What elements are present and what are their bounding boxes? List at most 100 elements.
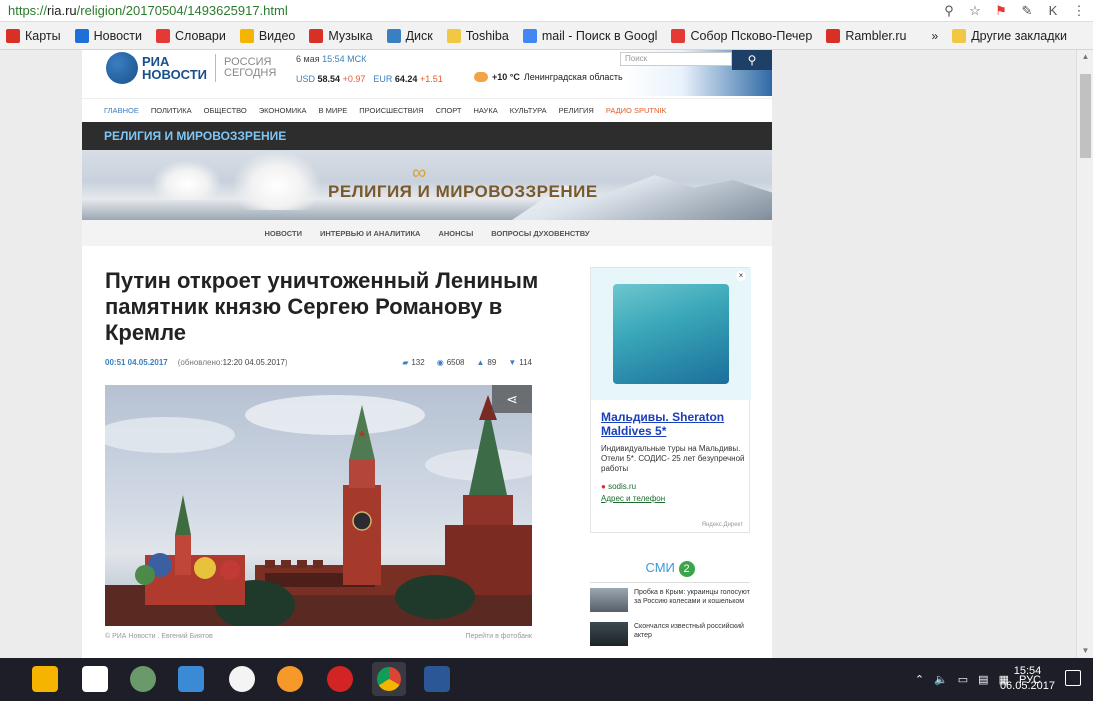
scroll-up-icon[interactable]: ▲ [1077, 50, 1093, 64]
app-icon[interactable] [130, 666, 156, 692]
comments-count[interactable]: ▰ 132 [402, 358, 425, 367]
yandex-icon[interactable] [82, 666, 108, 692]
kaspersky-icon[interactable]: K [1045, 3, 1061, 19]
maldives-image [613, 284, 729, 384]
yandex-browser-icon[interactable] [229, 666, 255, 692]
subnav-item[interactable]: ВОПРОСЫ ДУХОВЕНСТВУ [491, 229, 589, 238]
menu-icon[interactable]: ⋮ [1071, 3, 1087, 19]
taskbar-clock[interactable]: 15:54 06.05.2017 [1000, 664, 1055, 694]
subnav-item[interactable]: НОВОСТИ [264, 229, 302, 238]
more-bookmarks-button[interactable]: » [932, 29, 939, 43]
bookmark-item[interactable]: Rambler.ru [826, 28, 906, 43]
subnav-item[interactable]: АНОНСЫ [438, 229, 473, 238]
bookmark-item[interactable]: Музыка [309, 28, 373, 43]
weather-widget[interactable]: +10 °C Ленинградская область [474, 72, 623, 82]
likes-count[interactable]: ▲ 89 [476, 358, 496, 367]
bookmark-icon [671, 28, 686, 43]
nav-item[interactable]: В МИРЕ [319, 106, 348, 115]
extension-icon[interactable]: ✎ [1019, 3, 1035, 19]
publish-date[interactable]: 00:51 04.05.2017 [105, 358, 168, 367]
scroll-down-icon[interactable]: ▼ [1077, 644, 1093, 658]
star-icon[interactable]: ☆ [967, 3, 983, 19]
mail-icon[interactable] [178, 666, 204, 692]
favicon-icon: ● [601, 482, 606, 491]
close-icon[interactable]: × [736, 271, 746, 281]
nav-item[interactable]: ОБЩЕСТВО [204, 106, 247, 115]
article-photo[interactable]: ⋖ [105, 385, 532, 626]
scrollbar-thumb[interactable] [1080, 74, 1091, 158]
news-thumbnail [590, 622, 628, 646]
smi-number: 2 [678, 560, 695, 577]
bookmark-label: Музыка [328, 28, 373, 43]
tray-arrow-icon[interactable]: ⌃ [915, 673, 924, 686]
bookmarks-bar: Карты Новости Словари Видео Музыка Диск Toshib… [0, 22, 1093, 50]
nav-item[interactable]: ГЛАВНОЕ [104, 106, 139, 115]
ad-domain-link[interactable]: ● sodis.ru [601, 482, 636, 491]
nav-item[interactable]: КУЛЬТУРА [510, 106, 547, 115]
word-icon[interactable] [424, 666, 450, 692]
browser-icon[interactable] [277, 666, 303, 692]
dislikes-count[interactable]: ▼ 114 [508, 358, 532, 367]
nav-item[interactable]: ПОЛИТИКА [151, 106, 192, 115]
eur-label: EUR [373, 74, 393, 84]
ad-title[interactable]: Мальдивы. Sheraton Maldives 5* [601, 410, 746, 438]
photo-caption: © РИА Новости . Евгений Биятов Перейти в… [105, 633, 532, 640]
bookmark-item[interactable]: Диск [386, 28, 433, 43]
bookmark-item[interactable]: Собор Псково-Печер [671, 28, 813, 43]
bookmark-label: Собор Псково-Печер [690, 28, 813, 43]
bookmark-icon [522, 28, 537, 43]
smi-news-item[interactable]: Скончался известный российский актер [590, 622, 750, 646]
bookmark-item[interactable]: Toshiba [446, 28, 509, 43]
bookmark-item[interactable]: mail - Поиск в Googl [522, 28, 658, 43]
nav-item[interactable]: ПРОИСШЕСТВИЯ [359, 106, 423, 115]
bookmark-item[interactable]: Карты [6, 28, 61, 43]
subnav-item[interactable]: ИНТЕРВЬЮ И АНАЛИТИКА [320, 229, 420, 238]
news-title: Пробка в Крым: украинцы голосуют за Росс… [634, 589, 750, 605]
clock-date: 06.05.2017 [999, 680, 1055, 692]
yandex-direct-ad[interactable]: × Мальдивы. Sheraton Maldives 5* Индивид… [590, 267, 751, 533]
site-header: РИА НОВОСТИ РОССИЯ СЕГОДНЯ 6 мая 15:54 М… [82, 50, 772, 96]
opera-icon[interactable] [327, 666, 353, 692]
nav-item[interactable]: СПОРТ [436, 106, 462, 115]
kremlin-illustration [105, 395, 532, 626]
bookmark-item[interactable]: Словари [156, 28, 226, 43]
views-value: 6508 [446, 358, 465, 367]
extension-flag-icon[interactable]: ⚑ [993, 3, 1009, 19]
share-button[interactable]: ⋖ [492, 385, 532, 413]
nav-item[interactable]: РЕЛИГИЯ [559, 106, 594, 115]
bookmark-item[interactable]: Видео [239, 28, 295, 43]
nav-item[interactable]: ЭКОНОМИКА [259, 106, 307, 115]
smi-news-item[interactable]: Пробка в Крым: украинцы голосуют за Росс… [590, 588, 750, 612]
url-text[interactable]: https://ria.ru/religion/20170504/1493625… [0, 3, 941, 18]
eye-icon: ◉ [436, 358, 444, 367]
search-input[interactable]: Поиск [620, 52, 732, 66]
bookmark-item[interactable]: Новости [74, 28, 142, 43]
radio-sputnik-link[interactable]: РАДИО SPUTNIK [606, 106, 667, 115]
section-title[interactable]: РЕЛИГИЯ И МИРОВОЗЗРЕНИЕ [82, 122, 772, 150]
chrome-icon[interactable] [372, 662, 406, 696]
thumbs-down-icon: ▼ [508, 358, 517, 367]
ria-logo[interactable]: РИА НОВОСТИ РОССИЯ СЕГОДНЯ [106, 52, 276, 84]
weather-temp: +10 °C [492, 72, 520, 82]
page-scrollbar[interactable]: ▲ ▼ [1076, 50, 1093, 658]
notifications-icon[interactable] [1065, 670, 1081, 686]
nav-item[interactable]: НАУКА [473, 106, 497, 115]
article-headline: Путин откроет уничтоженный Лениным памят… [105, 268, 539, 345]
search-button[interactable]: ⚲ [732, 50, 772, 70]
battery-icon[interactable]: ▭ [958, 673, 968, 686]
address-bar[interactable]: https://ria.ru/religion/20170504/1493625… [0, 0, 1093, 22]
volume-icon[interactable]: 🔈 [934, 673, 948, 686]
other-bookmarks[interactable]: Другие закладки [952, 29, 1067, 43]
bookmark-label: mail - Поиск в Googl [541, 28, 658, 43]
media-player-icon[interactable] [32, 666, 58, 692]
ad-contacts-link[interactable]: Адрес и телефон [601, 494, 665, 503]
weather-icon [474, 72, 488, 82]
article-meta: 00:51 04.05.2017 (обновлено: 12:20 04.05… [105, 358, 532, 367]
ad-image[interactable] [591, 268, 751, 400]
smi-divider [590, 582, 750, 583]
network-icon[interactable]: ▤ [978, 673, 988, 686]
ad-provider[interactable]: Яндекс.Директ [702, 522, 743, 528]
zoom-icon[interactable]: ⚲ [941, 3, 957, 19]
photobank-link[interactable]: Перейти в фотобанк [465, 633, 532, 640]
bookmark-icon [386, 28, 401, 43]
